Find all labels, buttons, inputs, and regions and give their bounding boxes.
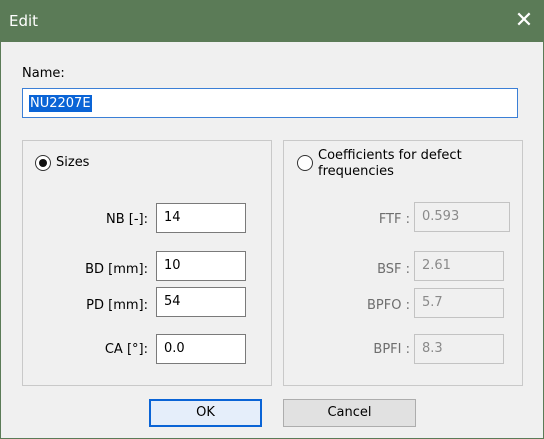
bpfi-label: BPFI : [373,342,410,357]
title-bar: Edit ✕ [0,0,544,42]
ftf-label: FTF : [378,212,410,227]
cancel-button[interactable]: Cancel [283,399,416,427]
bsf-input: 2.61 [414,251,504,281]
pd-label: PD [mm]: [86,298,148,313]
radio-selected-dot [39,159,47,167]
bpfo-input: 5.7 [414,288,504,318]
ca-input[interactable]: 0.0 [156,334,246,364]
pd-input[interactable]: 54 [156,287,246,317]
nb-label: NB [-]: [106,212,148,227]
coefficients-label-line1: Coefficients for defect [318,148,462,163]
bsf-label: BSF : [377,262,410,277]
bd-label: BD [mm]: [85,262,148,277]
name-label: Name: [22,66,65,81]
coefficients-label-line2: frequencies [318,164,394,179]
name-input-value: NU2207E [29,95,92,112]
coefficients-radio-label[interactable]: Coefficients for defect frequencies [318,148,462,180]
coefficients-radio[interactable] [297,155,313,171]
bpfi-input: 8.3 [414,334,504,364]
close-icon[interactable]: ✕ [504,0,544,42]
bpfo-label: BPFO : [367,298,410,313]
sizes-radio[interactable] [35,155,51,171]
sizes-radio-label[interactable]: Sizes [56,155,89,170]
ca-label: CA [°]: [104,342,148,357]
nb-input[interactable]: 14 [156,203,246,233]
ftf-input: 0.593 [414,202,510,232]
bd-input[interactable]: 10 [156,251,246,281]
ok-button[interactable]: OK [149,399,262,427]
window-title: Edit [9,12,39,30]
name-input[interactable]: NU2207E [22,88,518,118]
window-border [0,42,1,439]
